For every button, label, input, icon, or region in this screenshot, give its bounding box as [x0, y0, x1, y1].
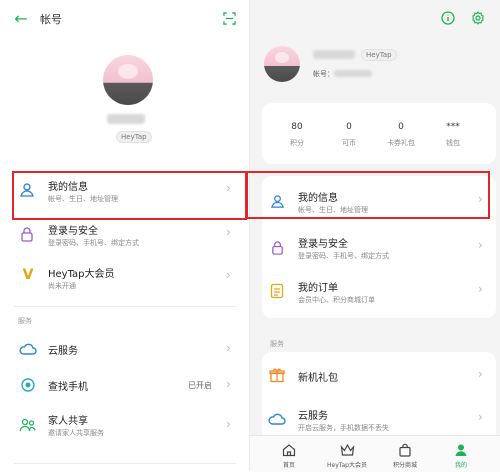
divider [14, 463, 236, 464]
divider [14, 306, 236, 307]
chevron-right-icon: › [478, 282, 483, 296]
chevron-right-icon: › [226, 225, 231, 239]
list-item-my-orders[interactable]: 我的订单 会员中心、积分商城订单 › [262, 270, 496, 314]
lock-icon [268, 238, 286, 256]
back-arrow-icon[interactable]: ← [10, 9, 32, 28]
account-label: 帐号： [313, 70, 334, 78]
stat-wallet[interactable]: *** 钱包 [428, 122, 478, 148]
avatar[interactable] [103, 55, 153, 105]
family-icon [18, 416, 38, 434]
chevron-right-icon: › [478, 238, 483, 252]
row-subtitle: 尚未开通 [48, 282, 76, 290]
row-label: 查找手机 [48, 382, 88, 393]
home-icon [264, 441, 314, 459]
gift-icon [268, 366, 286, 384]
stats-card: 80 积分 0 可币 0 卡券礼包 *** 钱包 [262, 103, 496, 164]
tab-home[interactable]: 首页 [264, 436, 314, 469]
chevron-right-icon: › [478, 410, 483, 424]
row-label: 登录与安全 [48, 226, 98, 237]
list-item-login-security[interactable]: 登录与安全 登录密码、手机号、绑定方式 › [262, 226, 496, 270]
nickname-blurred [107, 114, 145, 124]
nickname-blurred [313, 50, 355, 59]
section-label: 服务 [270, 340, 284, 348]
row-label: HeyTap大会员 [48, 269, 115, 280]
highlight-box-right [246, 171, 490, 219]
service-list-card: 新机礼包 › 云服务 开启云服务，手机数据不丢失 › [262, 352, 496, 435]
list-item-heytap-member[interactable]: V HeyTap大会员 尚未开通 › [0, 258, 250, 302]
stat-coins[interactable]: 0 可币 [324, 122, 374, 148]
avatar[interactable] [264, 46, 300, 82]
bottom-tab-bar: 首页 HeyTap大会员 积分商城 我的 [250, 435, 500, 472]
info-icon[interactable] [440, 10, 456, 26]
tab-points-mall[interactable]: 积分商城 [380, 436, 430, 469]
section-label: 服务 [18, 317, 32, 325]
chevron-right-icon: › [226, 417, 231, 431]
row-label: 登录与安全 [298, 239, 348, 250]
heytap-badge: HeyTap [361, 49, 397, 61]
account-screen: ← 帐号 HeyTap 我的信息 帐号、生日、地址管理 › 登录与安全 登录密码… [0, 0, 250, 471]
list-item-new-phone-gift[interactable]: 新机礼包 › [262, 354, 496, 398]
stat-coupons[interactable]: 0 卡券礼包 [376, 122, 426, 148]
cloud-icon [18, 340, 38, 358]
page-title: 帐号 [40, 13, 62, 26]
order-list-icon [268, 282, 286, 300]
account-id-blurred [334, 70, 372, 77]
vip-icon: V [22, 267, 34, 283]
row-label: 我的订单 [298, 283, 338, 294]
lock-icon [18, 225, 36, 243]
row-label: 云服务 [48, 346, 78, 357]
list-item-family-share[interactable]: 家人共享 邀请家人共享服务 › [0, 404, 250, 448]
stat-points[interactable]: 80 积分 [272, 122, 322, 148]
row-subtitle: 登录密码、手机号、绑定方式 [48, 239, 139, 247]
tab-me[interactable]: 我的 [436, 436, 486, 469]
chevron-right-icon: › [226, 341, 231, 355]
row-subtitle: 登录密码、手机号、绑定方式 [298, 252, 389, 260]
chevron-right-icon: › [478, 367, 483, 381]
settings-gear-icon[interactable] [470, 10, 486, 26]
chevron-right-icon: › [226, 377, 231, 391]
row-subtitle: 会员中心、积分商城订单 [298, 296, 375, 304]
shopping-bag-icon [380, 441, 430, 459]
list-item-find-phone[interactable]: 查找手机 已开启 › [0, 364, 250, 408]
list-item-login-security[interactable]: 登录与安全 登录密码、手机号、绑定方式 › [0, 215, 250, 259]
row-subtitle: 邀请家人共享服务 [48, 429, 104, 437]
row-value: 已开启 [188, 381, 212, 390]
person-filled-icon [436, 441, 486, 459]
cloud-icon [268, 410, 286, 428]
heytap-badge: HeyTap [116, 131, 152, 143]
locate-icon [18, 376, 38, 394]
tab-heytap-member[interactable]: HeyTap大会员 [322, 436, 372, 469]
row-label: 家人共享 [48, 416, 88, 427]
row-label: 云服务 [298, 411, 328, 422]
row-subtitle: 开启云服务，手机数据不丢失 [298, 424, 389, 432]
scan-icon[interactable] [220, 9, 238, 27]
crown-icon [322, 441, 372, 459]
highlight-box-left [12, 171, 247, 220]
row-label: 新机礼包 [298, 373, 338, 384]
chevron-right-icon: › [226, 268, 231, 282]
